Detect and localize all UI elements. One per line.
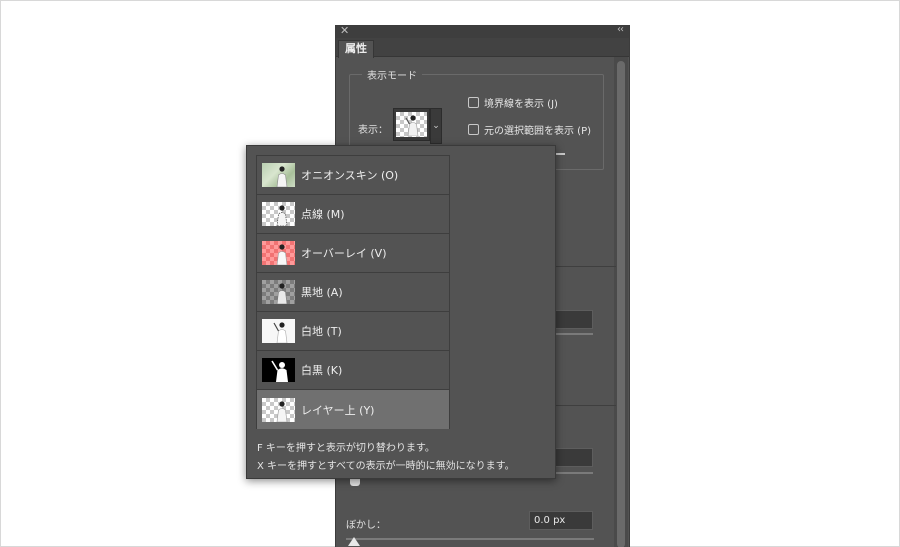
person-figure-icon [276, 166, 288, 187]
person-figure-icon [273, 322, 288, 343]
divider-dash [556, 153, 565, 155]
black-and-white-thumbnail [262, 358, 295, 382]
show-edge-label: 境界線を表示 (J) [484, 99, 558, 110]
mode-onion-skin[interactable]: オニオンスキン (O) [257, 156, 449, 195]
show-original-checkbox[interactable] [468, 124, 479, 135]
onion-skin-thumbnail [262, 163, 295, 187]
mode-on-white[interactable]: 白地 (T) [257, 312, 449, 351]
on-layers-thumbnail [262, 397, 295, 422]
feather-slider-track[interactable] [346, 538, 594, 540]
mode-label: 点線 (M) [301, 208, 345, 221]
collapse-icon[interactable]: ‹‹ [617, 24, 624, 35]
slider-handle[interactable] [350, 478, 360, 486]
show-original-option[interactable]: 元の選択範囲を表示 (P) [468, 122, 591, 137]
view-label: 表示： [358, 125, 388, 136]
mode-on-layers[interactable]: レイヤー上 (Y) [257, 390, 449, 429]
view-mode-group-title: 表示モード [362, 67, 422, 82]
overlay-thumbnail [262, 241, 295, 265]
view-mode-popup: オニオンスキン (O) 点線 (M) オーバーレイ (V) 黒地 (A) 白地 … [246, 145, 556, 479]
mode-label: オーバーレイ (V) [301, 247, 387, 260]
mode-marching-ants[interactable]: 点線 (M) [257, 195, 449, 234]
feather-slider-handle[interactable] [348, 537, 360, 546]
person-figure-icon [276, 205, 288, 226]
close-icon[interactable]: ✕ [340, 24, 349, 37]
scrollbar-thumb[interactable] [617, 61, 625, 547]
mode-label: レイヤー上 (Y) [301, 403, 375, 417]
mode-label: オニオンスキン (O) [301, 169, 399, 182]
tab-strip: 属性 [336, 38, 629, 58]
panel-titlebar: ✕ ‹‹ [336, 24, 629, 38]
panel-scrollbar[interactable] [614, 57, 628, 547]
person-figure-icon [276, 283, 288, 304]
hint-toggle-view: F キーを押すと表示が切り替わります。 [257, 443, 435, 454]
mode-black-and-white[interactable]: 白黒 (K) [257, 351, 449, 390]
person-figure-icon [276, 400, 288, 422]
chevron-down-icon[interactable]: ⌄ [430, 108, 442, 144]
hint-disable-views: X キーを押すとすべての表示が一時的に無効になります。 [257, 461, 515, 472]
show-edge-option[interactable]: 境界線を表示 (J) [468, 95, 558, 110]
preview-thumbnail [396, 112, 427, 137]
marching-ants-thumbnail [262, 202, 295, 226]
person-figure-icon [405, 115, 419, 136]
view-mode-list: オニオンスキン (O) 点線 (M) オーバーレイ (V) 黒地 (A) 白地 … [256, 155, 450, 429]
mode-label: 白地 (T) [301, 325, 342, 338]
mode-on-black[interactable]: 黒地 (A) [257, 273, 449, 312]
show-edge-checkbox[interactable] [468, 97, 479, 108]
on-black-thumbnail [262, 280, 295, 304]
view-mode-preview[interactable] [393, 108, 430, 141]
person-figure-icon [276, 244, 288, 265]
mode-label: 黒地 (A) [301, 286, 343, 299]
show-original-label: 元の選択範囲を表示 (P) [484, 126, 592, 137]
feather-label: ぼかし： [346, 520, 386, 531]
tab-properties[interactable]: 属性 [338, 40, 374, 58]
mode-overlay[interactable]: オーバーレイ (V) [257, 234, 449, 273]
on-white-thumbnail [262, 319, 295, 343]
person-silhouette-icon [271, 360, 288, 382]
feather-input[interactable]: 0.0 px [529, 511, 593, 530]
mode-label: 白黒 (K) [301, 364, 343, 377]
